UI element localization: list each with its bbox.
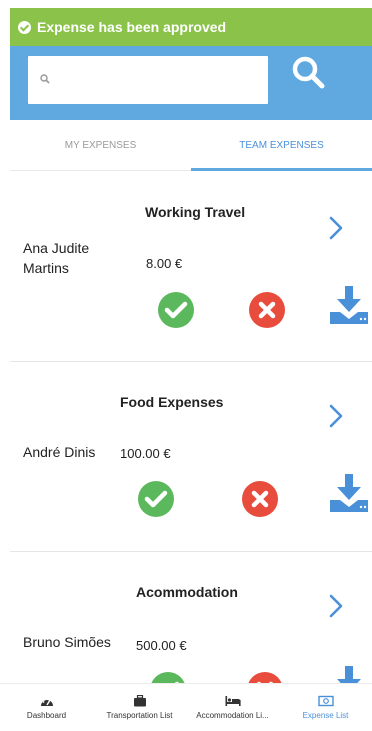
expense-list: Working Travel Ana Judite Martins 8.00 € [10,172,372,731]
check-circle-icon [18,20,31,34]
nav-accommodation-list[interactable]: Accommodation Li... [186,684,279,731]
app-screen: Expense has been approved MY EXPENSES TE… [0,0,372,731]
employee-name: Ana Judite Martins [23,240,90,276]
search-button[interactable] [290,54,326,90]
nav-label: Transportation List [106,711,173,720]
approve-button[interactable] [138,481,174,517]
chevron-right-icon[interactable] [328,404,344,428]
expense-title: Acommodation [136,584,238,600]
tab-my-expenses[interactable]: MY EXPENSES [10,120,191,170]
bed-icon [225,696,241,706]
search-input[interactable] [28,56,268,104]
success-toast: Expense has been approved [10,8,372,46]
nav-label: Dashboard [26,711,67,720]
download-button[interactable] [328,474,370,514]
briefcase-icon [133,695,146,707]
chevron-right-icon[interactable] [328,594,344,618]
search-icon [40,74,50,84]
close-icon [258,301,276,319]
download-button[interactable] [328,286,370,326]
check-icon [144,490,168,508]
bottom-navigation: Dashboard Transportation List Accommodat… [0,683,372,731]
employee-name: Bruno Simões [23,634,111,650]
nav-expense-list[interactable]: Expense List [279,684,372,731]
nav-dashboard[interactable]: Dashboard [0,684,93,731]
expense-amount: 100.00 € [120,446,171,461]
reject-button[interactable] [242,481,278,517]
expense-title: Working Travel [145,204,246,220]
toast-message: Expense has been approved [37,19,227,35]
search-bar [10,46,372,120]
nav-transportation-list[interactable]: Transportation List [93,684,186,731]
reject-button[interactable] [249,292,285,328]
expense-amount: 500.00 € [136,638,187,653]
expense-title: Food Expenses [120,394,224,410]
expense-card[interactable]: Food Expenses André Dinis 100.00 € [10,362,372,552]
close-icon [251,490,269,508]
employee-name: André Dinis [23,444,96,460]
check-icon [164,301,188,319]
chevron-right-icon[interactable] [328,216,344,240]
approve-button[interactable] [158,292,194,328]
nav-label: Expense List [302,711,349,720]
expense-tabs: MY EXPENSES TEAM EXPENSES [10,120,372,171]
expense-card[interactable]: Working Travel Ana Judite Martins 8.00 € [10,172,372,362]
money-icon [317,695,334,707]
nav-label: Accommodation Li... [196,711,269,720]
dashboard-icon [40,698,53,706]
expense-amount: 8.00 € [146,256,183,271]
tab-team-expenses[interactable]: TEAM EXPENSES [191,120,372,171]
